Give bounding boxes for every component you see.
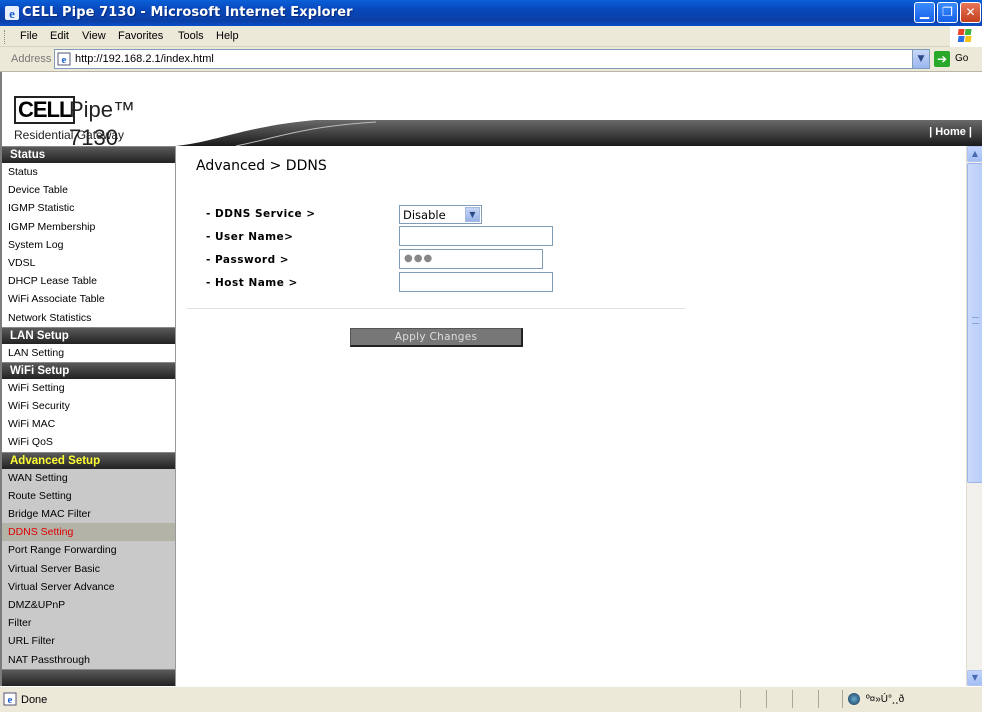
menu-view[interactable]: View bbox=[82, 30, 106, 42]
scroll-up-icon[interactable]: ▲ bbox=[967, 146, 982, 162]
sidebar-item-lan-setting[interactable]: LAN Setting bbox=[2, 344, 175, 362]
status-bar: e Done º¤»Ú°¸¸ð bbox=[0, 686, 982, 712]
sidebar-item-wifi-qos[interactable]: WiFi QoS bbox=[2, 433, 175, 451]
page-icon: e bbox=[57, 52, 71, 66]
status-divider bbox=[818, 690, 819, 708]
sidebar-item-wifi-setting[interactable]: WiFi Setting bbox=[2, 379, 175, 397]
sidebar-item-nat-passthrough[interactable]: NAT Passthrough bbox=[2, 650, 175, 669]
title-bar: e CELL Pipe 7130 - Microsoft Internet Ex… bbox=[0, 0, 982, 26]
home-link[interactable]: | Home | bbox=[929, 126, 972, 138]
address-label: Address bbox=[11, 53, 52, 65]
window-title: CELL Pipe 7130 - Microsoft Internet Expl… bbox=[22, 5, 353, 20]
internet-zone-icon bbox=[848, 693, 860, 705]
sidebar-item-filter[interactable]: Filter bbox=[2, 614, 175, 633]
sidebar-item-system-log[interactable]: System Log bbox=[2, 236, 175, 254]
go-arrow-icon[interactable]: ➔ bbox=[934, 51, 950, 67]
menu-file[interactable]: File bbox=[20, 30, 38, 42]
sidebar-item-virtual-server-advance[interactable]: Virtual Server Advance bbox=[2, 577, 175, 596]
sidebar-item-wifi-mac[interactable]: WiFi MAC bbox=[2, 415, 175, 433]
sidebar-item-virtual-server-basic[interactable]: Virtual Server Basic bbox=[2, 559, 175, 578]
menu-tools[interactable]: Tools bbox=[178, 30, 204, 42]
windows-logo-icon bbox=[950, 26, 982, 47]
sidebar-item-network-statistics[interactable]: Network Statistics bbox=[2, 309, 175, 327]
host-name-label: - Host Name > bbox=[206, 277, 298, 289]
sidebar-item-igmp-membership[interactable]: IGMP Membership bbox=[2, 218, 175, 236]
svg-text:e: e bbox=[9, 6, 15, 21]
form-divider bbox=[186, 308, 686, 309]
status-divider bbox=[842, 690, 843, 708]
status-divider bbox=[792, 690, 793, 708]
address-bar: Address e http://192.168.2.1/index.html … bbox=[0, 47, 982, 72]
status-divider bbox=[740, 690, 741, 708]
sidebar-item-wifi-security[interactable]: WiFi Security bbox=[2, 397, 175, 415]
sidebar-nav: Status Status Device Table IGMP Statisti… bbox=[2, 146, 176, 686]
address-input[interactable]: e http://192.168.2.1/index.html ▼ bbox=[54, 49, 930, 69]
section-next-heading-partial bbox=[2, 668, 175, 686]
page-title: Advanced > DDNS bbox=[196, 158, 327, 174]
chevron-down-icon[interactable]: ▼ bbox=[465, 207, 480, 222]
thumb-grip bbox=[972, 317, 979, 324]
menu-favorites[interactable]: Favorites bbox=[118, 30, 163, 42]
logo-cell-text: CELL bbox=[14, 96, 76, 124]
host-name-input[interactable] bbox=[399, 272, 553, 292]
close-button[interactable]: ✕ bbox=[960, 2, 981, 23]
sidebar-item-dmz-upnp[interactable]: DMZ&UPnP bbox=[2, 595, 175, 615]
sidebar-item-status[interactable]: Status bbox=[2, 163, 175, 181]
menu-help[interactable]: Help bbox=[216, 30, 239, 42]
logo-pipe-text: Pipe™ 7130 bbox=[69, 97, 136, 150]
cellpipe-logo: CELL Pipe™ 7130 Residential Gateway bbox=[14, 96, 164, 150]
header-banner: | Home | bbox=[176, 118, 982, 146]
sidebar-item-dhcp-lease-table[interactable]: DHCP Lease Table bbox=[2, 272, 175, 290]
ddns-service-select[interactable]: Disable ▼ bbox=[399, 205, 482, 224]
user-name-label: - User Name> bbox=[206, 231, 294, 243]
ddns-service-label: - DDNS Service > bbox=[206, 208, 316, 220]
menu-grip bbox=[4, 30, 6, 44]
go-button[interactable]: Go bbox=[955, 53, 968, 64]
sidebar-item-device-table[interactable]: Device Table bbox=[2, 181, 175, 199]
security-zone-text: º¤»Ú°¸¸ð bbox=[866, 694, 905, 705]
svg-text:e: e bbox=[62, 54, 67, 66]
svg-text:e: e bbox=[8, 694, 13, 706]
sidebar-item-vdsl[interactable]: VDSL bbox=[2, 254, 175, 272]
sidebar-item-url-filter[interactable]: URL Filter bbox=[2, 632, 175, 651]
address-dropdown-icon[interactable]: ▼ bbox=[912, 50, 929, 68]
sidebar-item-port-range-forwarding[interactable]: Port Range Forwarding bbox=[2, 541, 175, 560]
vertical-scrollbar[interactable]: ▲ ▼ bbox=[966, 146, 982, 686]
sidebar-item-route-setting[interactable]: Route Setting bbox=[2, 486, 175, 505]
apply-changes-button[interactable]: Apply Changes bbox=[350, 328, 523, 347]
banner-swoosh bbox=[176, 120, 982, 146]
ddns-service-value: Disable bbox=[403, 208, 446, 222]
status-text: Done bbox=[21, 694, 48, 706]
internet-explorer-icon: e bbox=[5, 6, 19, 21]
user-name-input[interactable] bbox=[399, 226, 553, 246]
menu-bar: File Edit View Favorites Tools Help bbox=[0, 26, 982, 47]
section-wifi-setup-heading: WiFi Setup bbox=[2, 361, 175, 379]
scroll-down-icon[interactable]: ▼ bbox=[967, 670, 982, 686]
section-lan-setup-heading: LAN Setup bbox=[2, 326, 175, 344]
page-done-icon: e bbox=[3, 692, 17, 706]
password-input[interactable]: ●●● bbox=[399, 249, 543, 269]
sidebar-item-bridge-mac-filter[interactable]: Bridge MAC Filter bbox=[2, 505, 175, 524]
address-url: http://192.168.2.1/index.html bbox=[75, 53, 214, 65]
scroll-thumb[interactable] bbox=[967, 163, 982, 483]
sidebar-item-ddns-setting[interactable]: DDNS Setting bbox=[2, 523, 175, 542]
status-divider bbox=[766, 690, 767, 708]
page-viewport: CELL Pipe™ 7130 Residential Gateway | Ho… bbox=[0, 72, 982, 686]
sidebar-item-igmp-statistic[interactable]: IGMP Statistic bbox=[2, 199, 175, 217]
password-label: - Password > bbox=[206, 254, 290, 266]
password-mask: ●●● bbox=[404, 253, 434, 264]
menu-edit[interactable]: Edit bbox=[50, 30, 69, 42]
logo-subtitle: Residential Gateway bbox=[14, 128, 125, 142]
section-status-heading: Status bbox=[2, 146, 175, 163]
maximize-button[interactable]: ❐ bbox=[937, 2, 958, 23]
sidebar-item-wifi-associate-table[interactable]: WiFi Associate Table bbox=[2, 290, 175, 308]
minimize-button[interactable]: ▁ bbox=[914, 2, 935, 23]
section-advanced-setup-heading: Advanced Setup bbox=[2, 451, 175, 469]
sidebar-item-wan-setting[interactable]: WAN Setting bbox=[2, 468, 175, 487]
